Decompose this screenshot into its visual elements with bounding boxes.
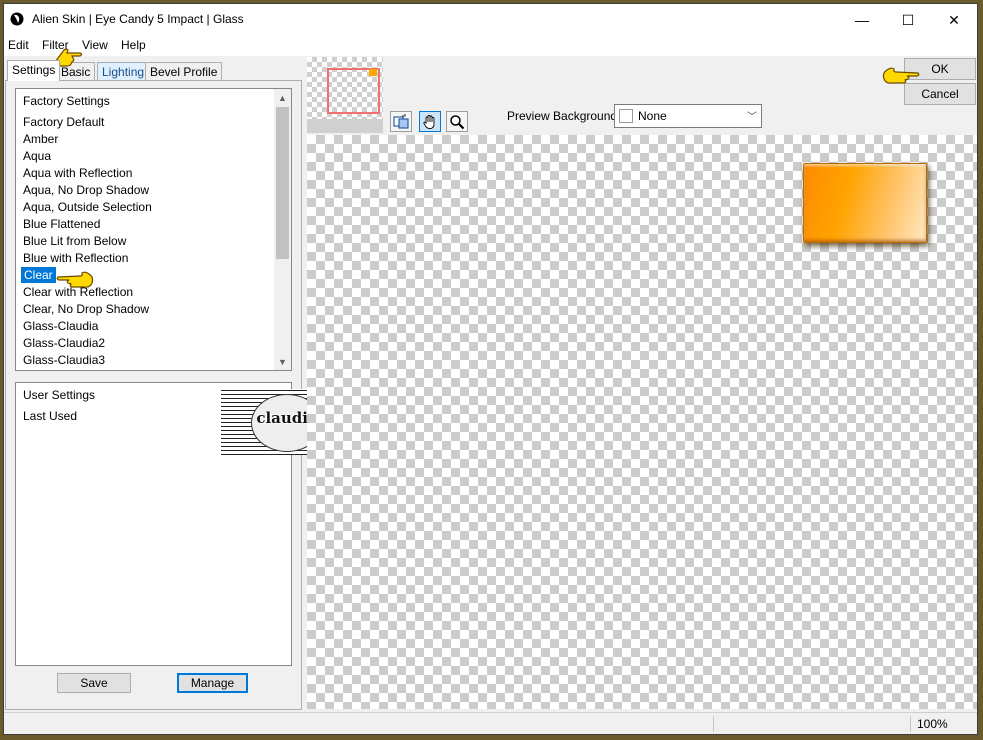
zoom-level: 100%	[917, 717, 948, 731]
alien-skin-logo-icon	[10, 12, 24, 26]
preset-item-selected[interactable]: Clear	[21, 267, 56, 283]
user-group-header[interactable]: User Settings	[22, 387, 96, 403]
scroll-up-icon[interactable]: ▲	[274, 89, 291, 106]
status-separator	[713, 716, 714, 732]
preset-item[interactable]: Blue with Reflection	[22, 250, 129, 266]
preview-toggle-icon	[393, 113, 409, 129]
user-item[interactable]: Last Used	[22, 408, 78, 424]
minimize-button[interactable]: —	[839, 4, 885, 36]
menu-bar: Edit Filter View Help	[4, 36, 977, 56]
tab-bevel-profile[interactable]: Bevel Profile	[145, 62, 223, 80]
navigator-thumbnail[interactable]	[307, 57, 383, 133]
status-separator	[910, 716, 911, 732]
preset-item[interactable]: Blue Flattened	[22, 216, 101, 232]
status-bar: 100%	[4, 712, 977, 734]
preview-background-label: Preview Background:	[507, 109, 621, 123]
preset-item[interactable]: Glass-Claudia3	[22, 352, 106, 368]
menu-edit[interactable]: Edit	[8, 38, 29, 52]
thumbnail-object	[369, 69, 377, 76]
scroll-down-icon[interactable]: ▼	[274, 353, 291, 370]
save-button[interactable]: Save	[57, 673, 131, 693]
preview-canvas[interactable]	[307, 135, 977, 709]
cancel-button[interactable]: Cancel	[904, 83, 976, 105]
preview-toggle-button[interactable]	[390, 111, 412, 132]
zoom-icon	[450, 114, 465, 129]
glass-effect-preview	[803, 163, 927, 243]
tab-lighting[interactable]: Lighting	[97, 62, 150, 80]
preset-item[interactable]: Blue Lit from Below	[22, 233, 127, 249]
preview-background-value: None	[638, 109, 667, 123]
pointing-hand-icon	[56, 271, 94, 288]
preset-item[interactable]: Aqua, Outside Selection	[22, 199, 153, 215]
title-bar: Alien Skin | Eye Candy 5 Impact | Glass …	[4, 4, 977, 36]
background-swatch	[619, 109, 633, 123]
window-title: Alien Skin | Eye Candy 5 Impact | Glass	[32, 12, 244, 26]
preview-background-select[interactable]: None ﹀	[614, 104, 762, 128]
eye-candy-window: Alien Skin | Eye Candy 5 Impact | Glass …	[3, 3, 978, 735]
scrollbar-thumb[interactable]	[276, 107, 289, 259]
close-button[interactable]: ✕	[931, 4, 977, 36]
preset-item[interactable]: Factory Default	[22, 114, 105, 130]
preset-item[interactable]: Glass-Claudia2	[22, 335, 106, 351]
chevron-down-icon: ﹀	[747, 112, 757, 123]
maximize-button[interactable]: ☐	[885, 4, 931, 36]
preset-group-header[interactable]: Factory Settings	[22, 93, 111, 109]
preset-item[interactable]: Aqua with Reflection	[22, 165, 133, 181]
manage-button[interactable]: Manage	[177, 673, 248, 693]
preset-list[interactable]: Factory Settings Factory Default Amber A…	[15, 88, 292, 371]
preset-item[interactable]: Clear, No Drop Shadow	[22, 301, 150, 317]
tab-settings[interactable]: Settings	[7, 60, 61, 81]
menu-help[interactable]: Help	[121, 38, 146, 52]
preset-item[interactable]: Aqua, No Drop Shadow	[22, 182, 150, 198]
preset-item[interactable]: Amber	[22, 131, 59, 147]
hand-icon	[423, 114, 435, 129]
zoom-tool-button[interactable]	[446, 111, 468, 132]
preset-list-scrollbar[interactable]: ▲ ▼	[274, 89, 291, 370]
preset-item[interactable]: Glass-Claudia	[22, 318, 99, 334]
hand-tool-button[interactable]	[419, 111, 441, 132]
tab-strip: Settings Basic Lighting Bevel Profile	[4, 58, 304, 82]
preset-item[interactable]: Aqua	[22, 148, 52, 164]
pointing-hand-icon	[882, 67, 920, 84]
